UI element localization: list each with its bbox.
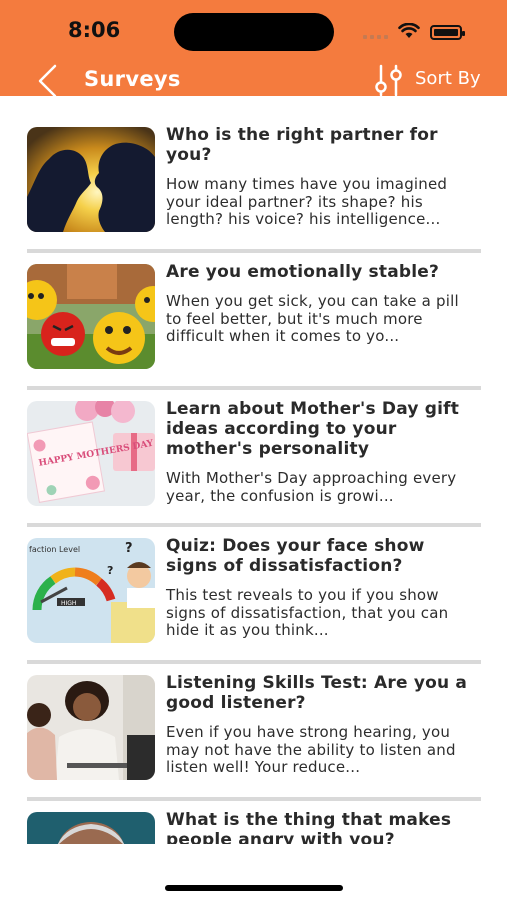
survey-thumbnail-emoji-balls (27, 264, 155, 369)
survey-description: Even if you have strong hearing, you may… (166, 723, 456, 776)
home-indicator[interactable] (165, 885, 343, 891)
back-arrow-icon[interactable] (36, 64, 62, 98)
battery-icon (430, 25, 465, 40)
svg-text:?: ? (107, 564, 113, 577)
survey-description: This test reveals to you if you show sig… (166, 586, 449, 639)
survey-title: What is the thing that makes people angr… (166, 810, 452, 844)
status-time: 8:06 (68, 18, 121, 42)
survey-item[interactable]: faction Level HIGH ? ? Quiz: Does your f… (27, 527, 481, 664)
survey-thumbnail-angry-man (27, 812, 155, 844)
sliders-icon (375, 64, 402, 97)
wifi-icon (398, 23, 420, 38)
survey-item[interactable]: HAPPY MOTHERS DAY Learn about Mother's D… (27, 390, 481, 527)
survey-title: Learn about Mother's Day gift ideas acco… (166, 399, 460, 459)
survey-list[interactable]: Who is the right partner for you? How ma… (27, 116, 481, 844)
page-title: Surveys (84, 67, 181, 91)
svg-text:?: ? (125, 541, 133, 556)
survey-description: With Mother's Day approaching every year… (166, 469, 457, 505)
survey-item[interactable]: Listening Skills Test: Are you a good li… (27, 664, 481, 801)
survey-thumbnail-mothers-day-card: HAPPY MOTHERS DAY (27, 401, 155, 506)
survey-description: When you get sick, you can take a pill t… (166, 292, 459, 345)
gauge-caption: faction Level (29, 545, 80, 554)
survey-item[interactable]: What is the thing that makes people angr… (27, 801, 481, 844)
sort-by-button[interactable]: Sort By (372, 64, 492, 97)
survey-description: How many times have you imagined your id… (166, 175, 448, 228)
survey-title: Who is the right partner for you? (166, 125, 438, 165)
survey-thumbnail-couple-sunset (27, 127, 155, 232)
status-bar: 8:06 (0, 0, 507, 62)
survey-title: Quiz: Does your face show signs of dissa… (166, 536, 425, 576)
survey-item[interactable]: Are you emotionally stable? When you get… (27, 253, 481, 390)
survey-title: Are you emotionally stable? (166, 262, 440, 282)
survey-thumbnail-satisfaction-gauge: faction Level HIGH ? ? (27, 538, 155, 643)
survey-thumbnail-listening-interview (27, 675, 155, 780)
signal-icon (363, 33, 389, 39)
sort-by-label: Sort By (415, 68, 481, 89)
dynamic-island (174, 13, 334, 51)
survey-item[interactable]: Who is the right partner for you? How ma… (27, 116, 481, 253)
survey-title: Listening Skills Test: Are you a good li… (166, 673, 468, 713)
nav-bar: Surveys Sort By (0, 62, 507, 98)
gauge-label: HIGH (61, 600, 76, 607)
